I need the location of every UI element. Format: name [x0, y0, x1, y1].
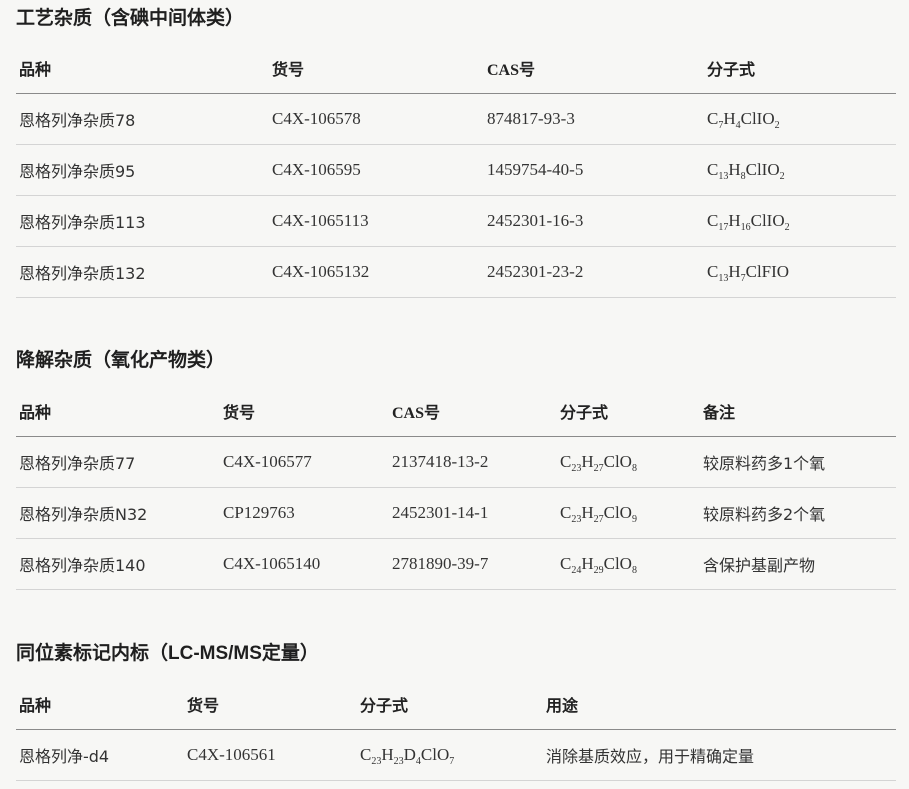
- degradation-impurities-table-wrap: 品种 货号 CAS号 分子式 备注 恩格列净杂质77 C4X-106577 21…: [16, 385, 896, 590]
- cell-remark: 含保护基副产物: [700, 538, 896, 590]
- cell-cas: 1459754-40-5: [484, 144, 704, 196]
- cell-catalog-no: C4X-1065113: [269, 195, 484, 247]
- cell-variety: 恩格列净杂质N32: [16, 487, 220, 539]
- degradation-impurities-table: 品种 货号 CAS号 分子式 备注 恩格列净杂质77 C4X-106577 21…: [16, 385, 896, 590]
- cell-cas: 2452301-16-3: [484, 195, 704, 247]
- cell-variety: 恩格列净杂质78: [16, 93, 269, 145]
- table-row: 恩格列净-d4 C4X-106561 C23H23D4ClO7 消除基质效应，用…: [16, 729, 896, 781]
- cell-remark: 较原料药多2个氧: [700, 487, 896, 539]
- cell-formula: C23H23D4ClO7: [357, 729, 543, 781]
- table-row: 恩格列净杂质140 C4X-1065140 2781890-39-7 C24H2…: [16, 538, 896, 590]
- header-variety: 品种: [16, 42, 269, 94]
- header-variety: 品种: [16, 678, 184, 730]
- cell-cas: 2452301-14-1: [389, 487, 557, 539]
- cell-usage: 消除基质效应，用于精确定量: [543, 729, 896, 781]
- table-row: 恩格列净杂质95 C4X-106595 1459754-40-5 C13H8Cl…: [16, 144, 896, 196]
- cell-remark: 较原料药多1个氧: [700, 436, 896, 488]
- header-catalog-no: 货号: [269, 42, 484, 94]
- cell-catalog-no: C4X-1065132: [269, 246, 484, 298]
- cell-cas: 2452301-23-2: [484, 246, 704, 298]
- cell-variety: 恩格列净杂质113: [16, 195, 269, 247]
- cell-catalog-no: C4X-106561: [184, 729, 357, 781]
- table-header-row: 品种 货号 CAS号 分子式: [16, 42, 896, 94]
- table-row: 恩格列净杂质N32 CP129763 2452301-14-1 C23H27Cl…: [16, 487, 896, 539]
- header-usage: 用途: [543, 678, 896, 730]
- header-cas: CAS号: [484, 42, 704, 94]
- process-impurities-table: 品种 货号 CAS号 分子式 恩格列净杂质78 C4X-106578 87481…: [16, 42, 896, 298]
- header-remark: 备注: [700, 385, 896, 437]
- cell-formula: C7H4ClIO2: [704, 93, 896, 145]
- cell-variety: 恩格列净杂质95: [16, 144, 269, 196]
- cell-catalog-no: C4X-106595: [269, 144, 484, 196]
- cell-formula: C13H7ClFIO: [704, 246, 896, 298]
- process-impurities-table-wrap: 品种 货号 CAS号 分子式 恩格列净杂质78 C4X-106578 87481…: [16, 42, 896, 298]
- cell-cas: 2137418-13-2: [389, 436, 557, 488]
- table-row: 恩格列净杂质113 C4X-1065113 2452301-16-3 C17H1…: [16, 195, 896, 247]
- section-title-isotope-internal-standards: 同位素标记内标（LC-MS/MS定量）: [16, 643, 319, 664]
- header-formula: 分子式: [357, 678, 543, 730]
- cell-catalog-no: C4X-106577: [220, 436, 389, 488]
- cell-formula: C17H16ClIO2: [704, 195, 896, 247]
- cell-variety: 恩格列净杂质140: [16, 538, 220, 590]
- isotope-standards-table-wrap: 品种 货号 分子式 用途 恩格列净-d4 C4X-106561 C23H23D4…: [16, 678, 896, 781]
- cell-formula: C23H27ClO8: [557, 436, 700, 488]
- cell-variety: 恩格列净-d4: [16, 729, 184, 781]
- isotope-standards-table: 品种 货号 分子式 用途 恩格列净-d4 C4X-106561 C23H23D4…: [16, 678, 896, 781]
- cell-catalog-no: CP129763: [220, 487, 389, 539]
- table-row: 恩格列净杂质132 C4X-1065132 2452301-23-2 C13H7…: [16, 246, 896, 298]
- cell-formula: C23H27ClO9: [557, 487, 700, 539]
- header-variety: 品种: [16, 385, 220, 437]
- cell-cas: 874817-93-3: [484, 93, 704, 145]
- table-header-row: 品种 货号 CAS号 分子式 备注: [16, 385, 896, 437]
- cell-variety: 恩格列净杂质132: [16, 246, 269, 298]
- header-formula: 分子式: [704, 42, 896, 94]
- table-row: 恩格列净杂质77 C4X-106577 2137418-13-2 C23H27C…: [16, 436, 896, 488]
- header-formula: 分子式: [557, 385, 700, 437]
- header-catalog-no: 货号: [220, 385, 389, 437]
- section-title-degradation-impurities: 降解杂质（氧化产物类）: [16, 350, 226, 371]
- cell-formula: C24H29ClO8: [557, 538, 700, 590]
- cell-formula: C13H8ClIO2: [704, 144, 896, 196]
- header-cas: CAS号: [389, 385, 557, 437]
- cell-variety: 恩格列净杂质77: [16, 436, 220, 488]
- section-title-process-impurities: 工艺杂质（含碘中间体类）: [16, 8, 245, 29]
- table-header-row: 品种 货号 分子式 用途: [16, 678, 896, 730]
- cell-catalog-no: C4X-1065140: [220, 538, 389, 590]
- table-row: 恩格列净杂质78 C4X-106578 874817-93-3 C7H4ClIO…: [16, 93, 896, 145]
- header-catalog-no: 货号: [184, 678, 357, 730]
- cell-cas: 2781890-39-7: [389, 538, 557, 590]
- cell-catalog-no: C4X-106578: [269, 93, 484, 145]
